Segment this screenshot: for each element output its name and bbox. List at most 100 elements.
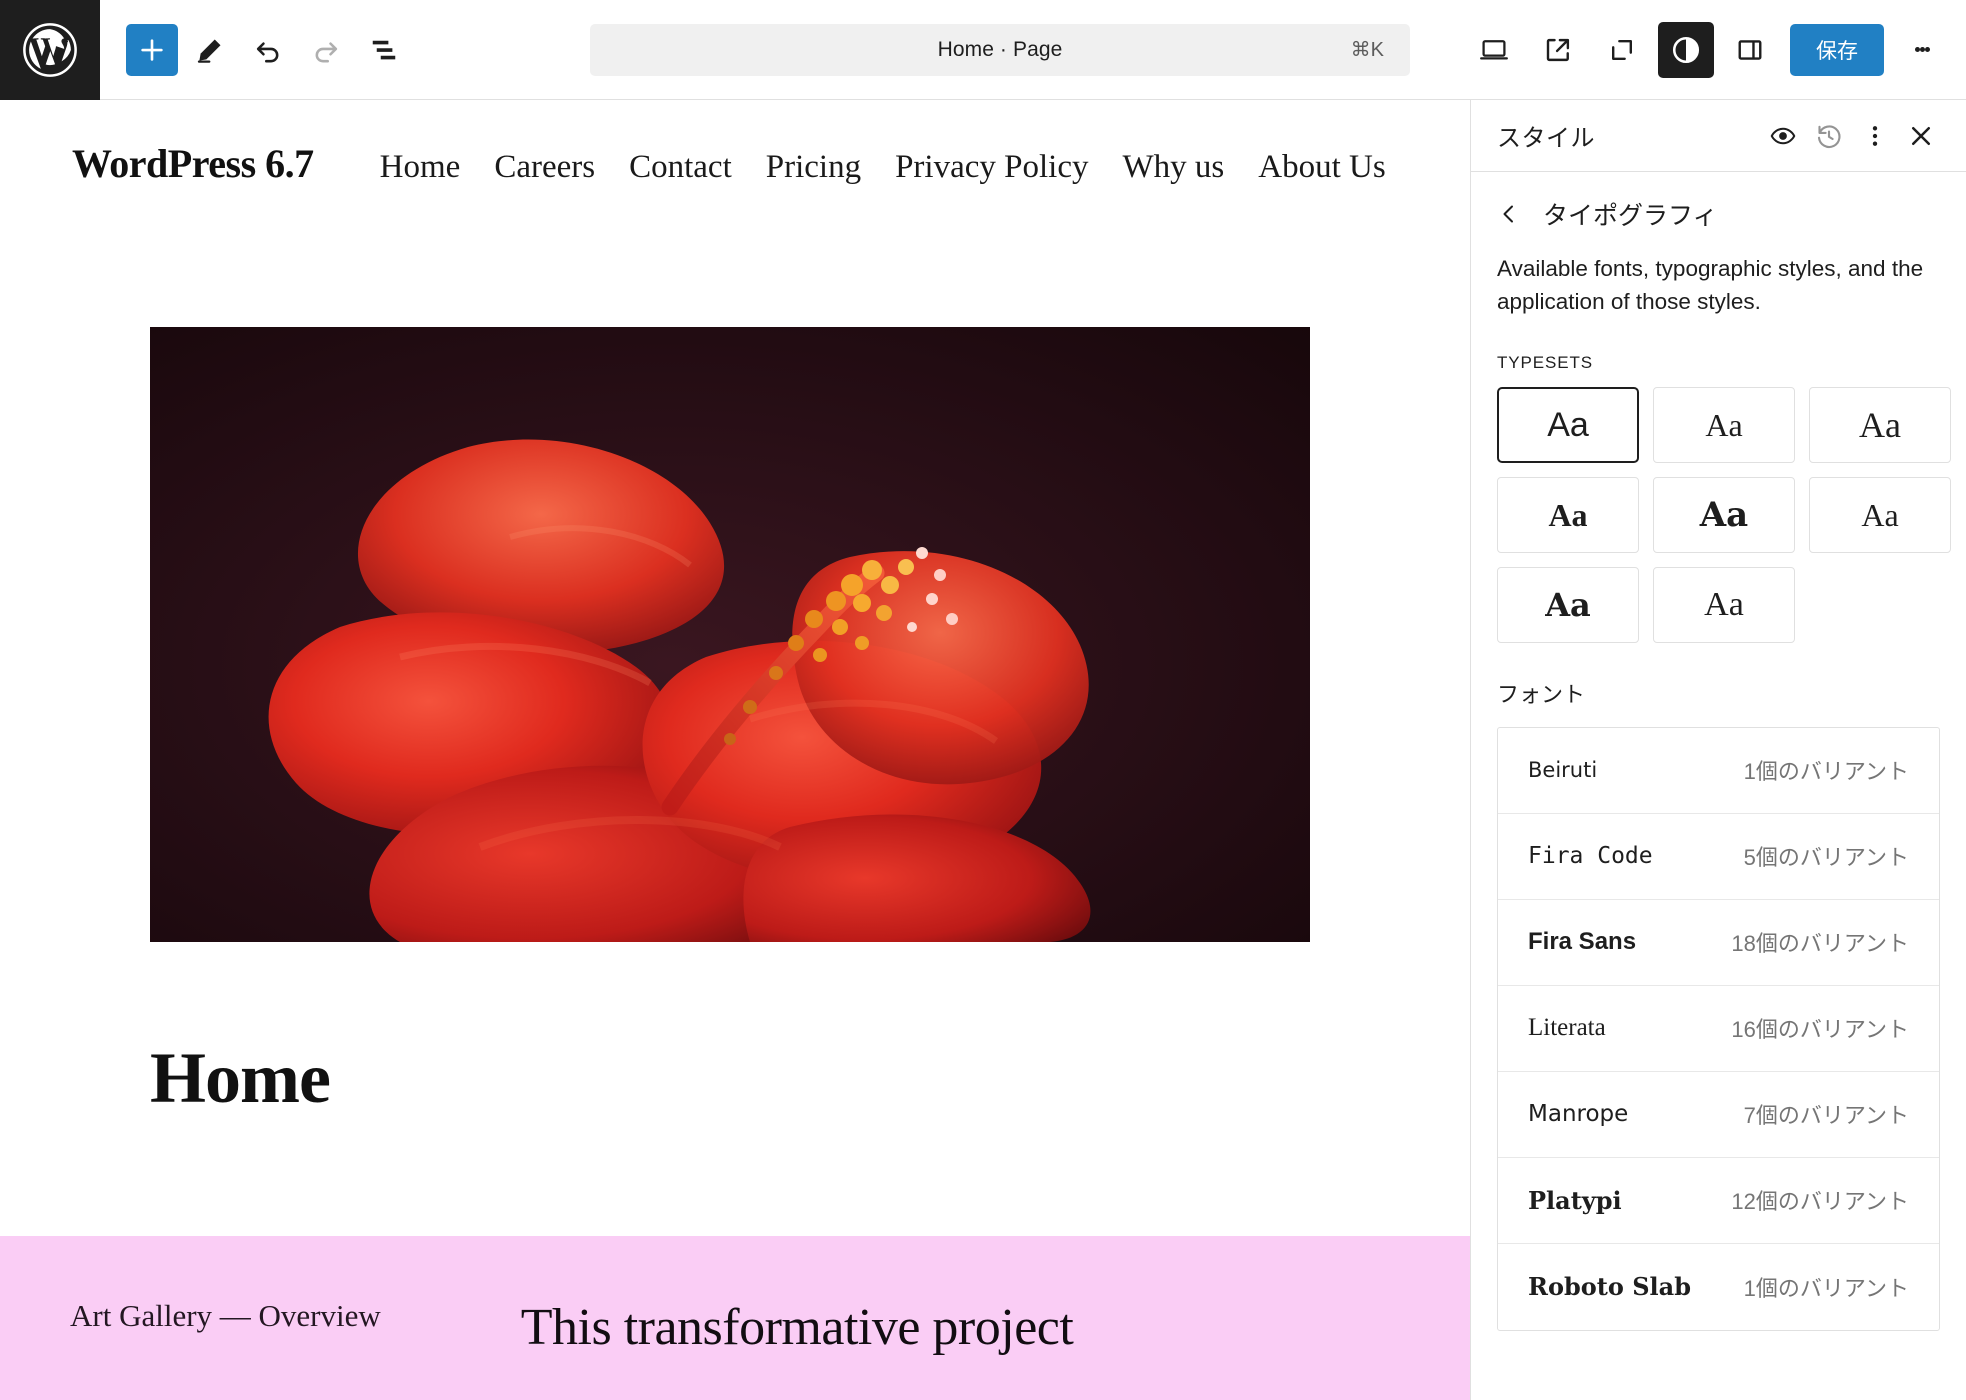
preview-device-button[interactable]: [1466, 22, 1522, 78]
toolbar-left-group: [100, 23, 410, 76]
styles-contrast-button[interactable]: [1658, 21, 1714, 78]
kebab-menu-icon: [1872, 125, 1878, 146]
font-name: Platypi: [1528, 1185, 1622, 1215]
font-name: Fira Sans: [1528, 928, 1637, 956]
toolbar-right-group: 保存: [1466, 21, 1948, 78]
typeset-sample: Aa: [1699, 494, 1749, 535]
site-title[interactable]: WordPress 6.7: [72, 140, 314, 187]
undo-button[interactable]: [242, 24, 294, 76]
pink-section[interactable]: Art Gallery — Overview This transformati…: [0, 1236, 1470, 1400]
document-title-button[interactable]: Home · Page ⌘K: [590, 23, 1410, 76]
styles-panel-header: スタイル: [1471, 100, 1966, 172]
font-variant-count: 12個のバリアント: [1731, 1189, 1909, 1215]
font-name: Fira Code: [1528, 843, 1653, 870]
typesets-grid: Aa Aa Aa Aa Aa Aa Aa Aa: [1471, 386, 1966, 643]
styles-panel-title: スタイル: [1497, 125, 1595, 152]
editor-options-button[interactable]: [1896, 22, 1948, 78]
redo-arrow-icon: [315, 41, 338, 62]
plus-icon: [141, 38, 163, 61]
desktop-preview-icon: [1480, 39, 1508, 60]
section-headline[interactable]: This transformative project: [521, 1298, 1074, 1357]
wordpress-logo-button[interactable]: [0, 0, 100, 100]
kebab-menu-icon: [1924, 47, 1930, 52]
typeset-sample: Aa: [1548, 496, 1588, 533]
edit-mode-button[interactable]: [184, 24, 236, 76]
typeset-sample: Aa: [1861, 496, 1899, 533]
view-site-button[interactable]: [1530, 22, 1586, 78]
font-list-item[interactable]: Beiruti 1個のバリアント: [1498, 728, 1939, 814]
typeset-option[interactable]: Aa: [1809, 386, 1951, 463]
font-name: Manrope: [1528, 1101, 1629, 1128]
font-list-item[interactable]: Fira Code 5個のバリアント: [1498, 814, 1939, 900]
typeset-option[interactable]: Aa: [1653, 566, 1795, 643]
view-site-external-icon: [1546, 38, 1570, 61]
typeset-option[interactable]: Aa: [1497, 386, 1639, 463]
fonts-label: フォント: [1497, 681, 1586, 707]
style-book-button[interactable]: [1760, 113, 1806, 159]
add-block-button[interactable]: [126, 23, 178, 76]
editor-root: Home · Page ⌘K 保存 WordPress 6.7 Home Car…: [0, 0, 1966, 1400]
nav-item-home[interactable]: Home: [380, 149, 461, 186]
page-heading[interactable]: Home: [0, 942, 1470, 1120]
close-x-icon: [1912, 126, 1930, 145]
close-panel-button[interactable]: [1898, 113, 1944, 159]
typeset-option[interactable]: Aa: [1653, 476, 1795, 553]
styles-panel: スタイル タイポグラフィ Available fonts, typographi…: [1470, 100, 1966, 1400]
hero-image-block: [0, 187, 1470, 942]
typeset-sample: Aa: [1545, 585, 1591, 624]
typesets-label: TYPESETS: [1497, 352, 1594, 372]
typeset-sample: Aa: [1859, 404, 1901, 445]
nav-item-privacy-policy[interactable]: Privacy Policy: [895, 149, 1088, 186]
typeset-option[interactable]: Aa: [1497, 476, 1639, 553]
font-list-item[interactable]: Fira Sans 18個のバリアント: [1498, 900, 1939, 986]
zoom-out-button[interactable]: [1594, 22, 1650, 78]
font-name: Beiruti: [1528, 758, 1598, 783]
redo-button[interactable]: [300, 24, 352, 76]
font-variant-count: 7個のバリアント: [1743, 1103, 1909, 1129]
typeset-option[interactable]: Aa: [1653, 386, 1795, 463]
font-list-item[interactable]: Platypi 12個のバリアント: [1498, 1158, 1939, 1244]
font-list-item[interactable]: Literata 16個のバリアント: [1498, 986, 1939, 1072]
hero-image[interactable]: [150, 327, 1310, 942]
editor-body: WordPress 6.7 Home Careers Contact Prici…: [0, 100, 1966, 1400]
fonts-list: Beiruti 1個のバリアント Fira Code 5個のバリアント Fira…: [1497, 726, 1940, 1331]
nav-item-careers[interactable]: Careers: [494, 149, 595, 186]
typography-title: タイポグラフィ: [1543, 202, 1718, 230]
undo-arrow-icon: [256, 41, 279, 62]
kebab-menu-icon: [1914, 47, 1920, 52]
red-hibiscus-flower-image: [150, 327, 1310, 942]
settings-sidebar-icon: [1738, 39, 1762, 60]
wordpress-logo-icon: [23, 22, 77, 77]
zoom-out-corners-icon: [1612, 39, 1632, 60]
font-list-item[interactable]: Roboto Slab 1個のバリアント: [1498, 1244, 1939, 1330]
font-variant-count: 1個のバリアント: [1743, 759, 1909, 785]
nav-item-about-us[interactable]: About Us: [1258, 149, 1385, 186]
settings-sidebar-button[interactable]: [1722, 22, 1778, 78]
styles-more-button[interactable]: [1852, 113, 1898, 159]
back-button[interactable]: [1497, 202, 1521, 226]
document-overview-button[interactable]: [358, 24, 410, 76]
revisions-button[interactable]: [1806, 113, 1852, 159]
typeset-option[interactable]: Aa: [1809, 476, 1951, 553]
site-canvas[interactable]: WordPress 6.7 Home Careers Contact Prici…: [0, 100, 1470, 1400]
command-palette-shortcut: ⌘K: [1350, 39, 1384, 61]
font-name: Literata: [1528, 1014, 1606, 1042]
site-header: WordPress 6.7 Home Careers Contact Prici…: [0, 100, 1470, 187]
font-list-item[interactable]: Manrope 7個のバリアント: [1498, 1072, 1939, 1158]
save-button[interactable]: 保存: [1790, 23, 1884, 76]
document-overview-icon: [372, 40, 396, 59]
typeset-sample: Aa: [1547, 405, 1589, 444]
nav-item-contact[interactable]: Contact: [629, 149, 732, 186]
font-variant-count: 18個のバリアント: [1731, 931, 1909, 957]
nav-item-why-us[interactable]: Why us: [1122, 149, 1224, 186]
font-variant-count: 16個のバリアント: [1731, 1017, 1909, 1043]
font-variant-count: 5個のバリアント: [1743, 845, 1909, 871]
typography-subheader: タイポグラフィ: [1471, 172, 1966, 242]
pencil-icon: [197, 39, 221, 63]
nav-item-pricing[interactable]: Pricing: [766, 149, 861, 186]
section-eyebrow-label[interactable]: Art Gallery — Overview: [70, 1298, 381, 1334]
typeset-sample: Aa: [1704, 585, 1744, 623]
editor-toolbar: Home · Page ⌘K 保存: [0, 0, 1966, 100]
chevron-left-icon: [1503, 205, 1513, 223]
typeset-option[interactable]: Aa: [1497, 566, 1639, 643]
